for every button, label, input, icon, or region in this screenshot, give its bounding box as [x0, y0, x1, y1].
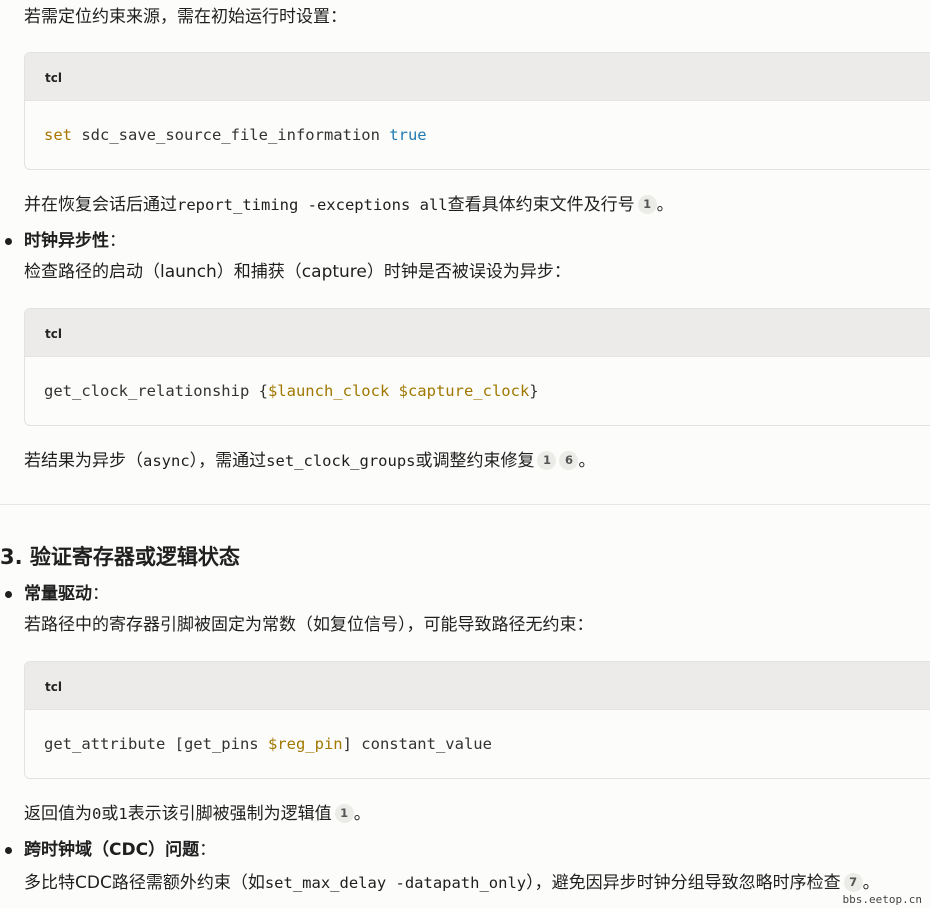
paragraph-async-fix: 若结果为异步（async），需通过set_clock_groups或调整约束修复… [24, 451, 595, 470]
code-block-header: tcl [25, 662, 930, 710]
text: 。 [656, 195, 674, 215]
code-text: } [529, 382, 539, 400]
citation-badge[interactable]: 7 [843, 873, 863, 892]
bullet-icon [5, 591, 12, 598]
code-block-body[interactable]: set sdc_save_source_file_information tru… [25, 101, 930, 169]
citation-badge[interactable]: 1 [537, 451, 557, 470]
bullet-cdc-title: 跨时钟域（CDC）问题： [24, 842, 216, 859]
text: 。 [353, 804, 371, 824]
text: ： [92, 584, 109, 604]
paragraph-constraint-source: 若需定位约束来源，需在初始运行时设置： [24, 7, 347, 27]
citation-badge[interactable]: 6 [559, 451, 579, 470]
code-text: get_clock_relationship { [44, 382, 268, 400]
code-variable: $reg_pin [267, 735, 343, 753]
inline-code: set_clock_groups [266, 452, 416, 470]
text: ），需通过 [189, 451, 267, 471]
code-block-clock-relationship: tcl get_clock_relationship {$launch_cloc… [24, 308, 930, 426]
bullet-clock-async-title: 时钟异步性： [24, 233, 126, 250]
bullet-icon [5, 847, 12, 854]
section-heading: 3. 验证寄存器或逻辑状态 [0, 545, 240, 569]
text: 查看具体约束文件及行号 [447, 195, 635, 215]
code-block-set-sdc: tcl set sdc_save_source_file_information… [24, 52, 930, 170]
text: ： [109, 231, 126, 251]
code-block-body[interactable]: get_clock_relationship {$launch_clock $c… [25, 357, 930, 425]
text: 或调整约束修复 [415, 451, 535, 471]
paragraph-return-value: 返回值为0或1表示该引脚被强制为逻辑值 1。 [24, 804, 371, 823]
code-block-header: tcl [25, 53, 930, 101]
text: 。 [862, 873, 880, 893]
bold-title: 时钟异步性 [24, 231, 109, 251]
code-line: get_clock_relationship {$launch_clock $c… [44, 382, 539, 400]
code-variable: $launch_clock [267, 382, 390, 400]
code-variable: $capture_clock [398, 382, 530, 400]
bullet-constant-drive-title: 常量驱动： [24, 586, 109, 603]
bullet-clock-async-desc: 检查路径的启动（launch）和捕获（capture）时钟是否被误设为异步： [24, 262, 571, 282]
code-text: sdc_save_source_file_information [72, 126, 390, 144]
code-block-header: tcl [25, 309, 930, 357]
code-language-label: tcl [45, 71, 62, 85]
watermark: bbs.eetop.cn [842, 893, 922, 906]
code-block-get-attribute: tcl get_attribute [get_pins $reg_pin] co… [24, 661, 930, 779]
code-text: get_attribute [get_pins [44, 735, 268, 753]
text: 。 [578, 451, 596, 471]
inline-code: report_timing -exceptions all [177, 196, 448, 214]
code-block-body[interactable]: get_attribute [get_pins $reg_pin] consta… [25, 710, 930, 778]
text: ： [199, 840, 217, 860]
text: 或 [101, 804, 119, 824]
bullet-cdc-desc: 多比特CDC路径需额外约束（如set_max_delay -datapath_o… [24, 873, 880, 892]
bullet-icon [5, 238, 12, 245]
code-keyword: set [44, 126, 72, 144]
code-language-label: tcl [45, 327, 62, 341]
text: 并在恢复会话后通过 [24, 195, 177, 215]
inline-code: 1 [118, 805, 128, 823]
paragraph-report-timing: 并在恢复会话后通过report_timing -exceptions all查看… [24, 195, 674, 214]
inline-code: async [143, 452, 190, 470]
code-line: get_attribute [get_pins $reg_pin] consta… [44, 735, 492, 753]
bullet-constant-drive-desc: 若路径中的寄存器引脚被固定为常数（如复位信号），可能导致路径无约束： [24, 615, 594, 635]
section-divider [0, 504, 930, 505]
bold-title: 跨时钟域（CDC）问题 [24, 840, 200, 860]
code-literal: true [389, 126, 427, 144]
inline-code: 0 [92, 805, 102, 823]
text: 若结果为异步（ [24, 451, 143, 471]
code-line: set sdc_save_source_file_information tru… [44, 126, 427, 144]
citation-badge[interactable]: 1 [637, 195, 657, 214]
text: 返回值为 [24, 804, 92, 824]
citation-badge[interactable]: 1 [334, 804, 354, 823]
inline-code: set_max_delay -datapath_only [264, 874, 527, 892]
text: 多比特CDC路径需额外约束（如 [24, 873, 265, 893]
text: 表示该引脚被强制为逻辑值 [127, 804, 332, 824]
bold-title: 常量驱动 [24, 584, 92, 604]
code-text: ] constant_value [342, 735, 492, 753]
text: ），避免因异步时钟分组导致忽略时序检查 [526, 873, 841, 893]
code-language-label: tcl [45, 680, 62, 694]
